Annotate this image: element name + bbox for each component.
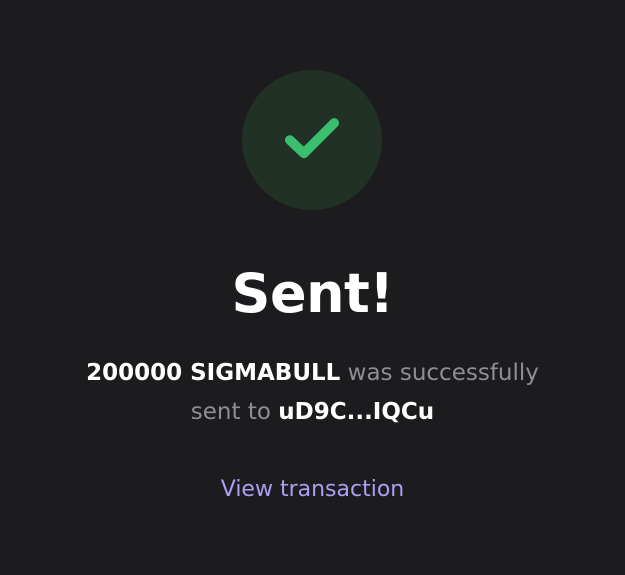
success-check-icon — [242, 70, 382, 210]
view-transaction-link[interactable]: View transaction — [0, 472, 625, 508]
sent-amount-token: 200000 SIGMABULL — [86, 360, 341, 386]
transaction-sent-screen: Sent! 200000 SIGMABULL was successfully … — [0, 0, 625, 575]
success-message: 200000 SIGMABULL was successfully sent t… — [0, 354, 625, 432]
recipient-address: uD9C...IQCu — [278, 399, 435, 425]
message-text-before-break: was successfully — [340, 360, 539, 386]
message-text-after-break: sent to — [190, 399, 279, 425]
page-title: Sent! — [231, 262, 394, 325]
